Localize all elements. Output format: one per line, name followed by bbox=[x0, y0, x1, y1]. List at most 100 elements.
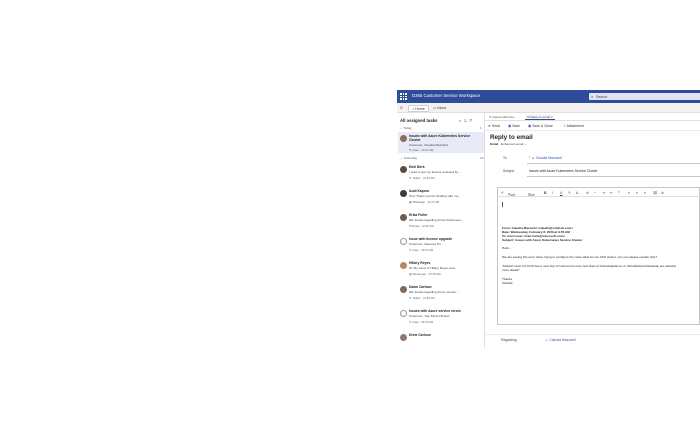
email-form-pane: ✎ Issues with Azu... ✉ Reply to email × … bbox=[485, 113, 700, 348]
contact-icon: ☺ bbox=[545, 338, 549, 342]
body-greeting: Hello - bbox=[502, 246, 511, 250]
item-meta: ✎Twitter · 11:56 AM bbox=[409, 296, 435, 300]
list-item[interactable]: Drew Carlson bbox=[398, 331, 484, 348]
send-button[interactable]: ➤Send bbox=[488, 124, 500, 128]
quote-icon[interactable]: ❞ bbox=[618, 191, 620, 195]
italic-icon[interactable]: I bbox=[552, 191, 553, 195]
hamburger-menu-icon[interactable]: ≡ bbox=[400, 105, 403, 110]
task-list-tools: ⌕↻⊽ bbox=[459, 118, 474, 123]
close-icon[interactable]: × bbox=[550, 115, 553, 119]
superscript-icon[interactable]: ⁺ bbox=[594, 191, 596, 195]
font-color-icon[interactable]: A bbox=[576, 191, 578, 195]
home-icon: ⌂ bbox=[412, 107, 415, 111]
divider bbox=[527, 176, 700, 177]
body-quote-line1: "Default route 0.0.0.0/0 has a next hop … bbox=[502, 264, 677, 268]
item-title: Emil Berk bbox=[409, 165, 425, 169]
list-item[interactable]: Issues with Azure service errors Custome… bbox=[398, 307, 484, 329]
underline-icon[interactable]: U bbox=[560, 191, 562, 195]
app-title: D365 Customer Service Workspace bbox=[412, 93, 481, 98]
body-quote-line2: more details" bbox=[502, 268, 520, 272]
email-body-editor[interactable]: ✐ Font ⌄ Size ⌄ B I U ✎ A ⊖ ⁺ ⇥ ⇤ ❞ ≡ ≡ … bbox=[497, 187, 700, 325]
list-item[interactable]: Dawn Carlson RE: Email regarding Azure s… bbox=[398, 283, 484, 305]
group-header-yesterday[interactable]: ⌄ Yesterday 10 bbox=[400, 156, 483, 160]
group-header-today[interactable]: ⌄ Today 1 bbox=[400, 126, 482, 130]
list-item[interactable]: Hillary Reyes Hi! My name is Hillary Rey… bbox=[398, 259, 484, 281]
size-dropdown[interactable]: Size ⌄ bbox=[528, 191, 535, 198]
form-title: Reply to email bbox=[490, 134, 533, 141]
format-painter-icon[interactable]: ✐ bbox=[501, 191, 504, 195]
form-tabs: ✎ Issues with Azu... ✉ Reply to email × bbox=[485, 113, 700, 121]
list-item[interactable]: Audi Kapoor Hey! Thank you for chatting … bbox=[398, 187, 484, 209]
body-signature: Claudia bbox=[502, 281, 513, 285]
avatar bbox=[400, 238, 407, 245]
tab-home-label: Home bbox=[415, 107, 425, 111]
align-right-icon[interactable]: ≡ bbox=[644, 191, 646, 195]
item-meta: ✉Email · 10:02 AM bbox=[409, 224, 434, 228]
tab-inbox[interactable]: ▭ Inbox bbox=[430, 105, 449, 112]
case-icon: ✎ bbox=[409, 148, 412, 152]
form-selector[interactable]: Enhanced email ⌄ bbox=[501, 142, 527, 146]
avatar bbox=[400, 214, 407, 221]
link-icon[interactable]: ⛓ bbox=[653, 191, 657, 195]
avatar bbox=[400, 262, 407, 269]
save-button[interactable]: ▣Save bbox=[508, 124, 520, 128]
filter-icon[interactable]: ⊽ bbox=[470, 118, 475, 123]
case-icon: ✎ bbox=[409, 320, 412, 324]
item-meta: ✎Case · 08:15 AM bbox=[409, 320, 434, 324]
item-title: Audi Kapoor bbox=[409, 189, 430, 193]
group-label: Today bbox=[403, 126, 412, 130]
case-icon: ✎ bbox=[409, 248, 412, 252]
rich-text-toolbar: ✐ Font ⌄ Size ⌄ B I U ✎ A ⊖ ⁺ ⇥ ⇤ ❞ ≡ ≡ … bbox=[498, 188, 700, 197]
item-meta: ✎Twitter · 11:32 AM bbox=[409, 176, 435, 180]
highlight-icon[interactable]: ✎ bbox=[568, 191, 571, 195]
list-item[interactable]: Issue with license upgrade Customer: Van… bbox=[398, 235, 484, 257]
search-input[interactable]: ⌕ Search bbox=[589, 93, 700, 100]
task-list-title: All assigned tasks bbox=[400, 118, 438, 123]
save-icon: ▣ bbox=[508, 124, 512, 128]
item-subtitle: Customer: Claudia Mazzanti bbox=[409, 143, 448, 147]
avatar bbox=[400, 190, 407, 197]
subject-field[interactable]: Issues with Azure Kubernetes Service Clu… bbox=[529, 169, 598, 173]
search-icon: ⌕ bbox=[591, 94, 594, 99]
item-subtitle: I want to get my license renewed by ... bbox=[409, 170, 462, 174]
item-subtitle: Customer: Yasi Fikret Hudson bbox=[409, 314, 450, 318]
outdent-icon[interactable]: ⇤ bbox=[610, 191, 613, 195]
subject-label: Subject bbox=[503, 169, 515, 173]
bold-icon[interactable]: B bbox=[544, 191, 546, 195]
to-field[interactable]: *☺ Claudia Mazzanti bbox=[529, 156, 562, 160]
regarding-field[interactable]: ☺Claudia Mazzanti bbox=[545, 338, 575, 342]
item-meta: ◍Messenger · 07:18 AM bbox=[409, 272, 441, 276]
list-item[interactable]: Emil Berk I want to get my license renew… bbox=[398, 163, 484, 185]
unlink-icon[interactable]: ⊘ bbox=[661, 191, 664, 195]
list-item[interactable]: Erika Fuller RE: Email regarding Azure K… bbox=[398, 211, 484, 233]
email-icon: ✉ bbox=[409, 224, 412, 228]
group-label: Yesterday bbox=[403, 156, 418, 160]
strikethrough-icon[interactable]: ⊖ bbox=[586, 191, 589, 195]
title-bar: D365 Customer Service Workspace ⌕ Search bbox=[397, 90, 700, 103]
item-title: Dawn Carlson bbox=[409, 285, 432, 289]
align-center-icon[interactable]: ≡ bbox=[636, 191, 638, 195]
app-launcher-icon[interactable] bbox=[400, 93, 407, 100]
form-subtitle: Email · Enhanced email ⌄ bbox=[490, 142, 527, 146]
item-subtitle: Hey! Thank you for chatting with mu... bbox=[409, 194, 461, 198]
save-close-button[interactable]: ▣Save & Close bbox=[528, 124, 553, 128]
tab-reply-to-email[interactable]: ✉ Reply to email × bbox=[525, 114, 555, 120]
item-subtitle: Hi! My name is Hillary Reyes and... bbox=[409, 266, 458, 270]
avatar bbox=[400, 334, 407, 341]
item-meta: ✎Case · 09:21 AM bbox=[409, 248, 434, 252]
align-left-icon[interactable]: ≡ bbox=[628, 191, 630, 195]
tab-case[interactable]: ✎ Issues with Azu... bbox=[487, 114, 518, 120]
item-title: Drew Carlson bbox=[409, 333, 431, 337]
indent-icon[interactable]: ⇥ bbox=[602, 191, 605, 195]
tab-home[interactable]: ⌂ Home bbox=[408, 105, 429, 112]
attachment-button[interactable]: ⌇Attachment bbox=[564, 124, 584, 128]
item-subtitle: Customer: Vanessa Hu bbox=[409, 242, 441, 246]
item-meta: ◉Whatsapp · 11:27 AM bbox=[409, 200, 440, 204]
send-icon: ➤ bbox=[488, 124, 491, 128]
chevron-down-icon: ⌄ bbox=[524, 142, 527, 146]
font-dropdown[interactable]: Font ⌄ bbox=[508, 191, 515, 198]
tab-inbox-label: Inbox bbox=[437, 106, 447, 110]
list-item[interactable]: Issues with Azure Kubernetes Service Clu… bbox=[398, 132, 484, 153]
item-subtitle: RE: Email regarding Azure service... bbox=[409, 290, 459, 294]
save-close-icon: ▣ bbox=[528, 124, 532, 128]
